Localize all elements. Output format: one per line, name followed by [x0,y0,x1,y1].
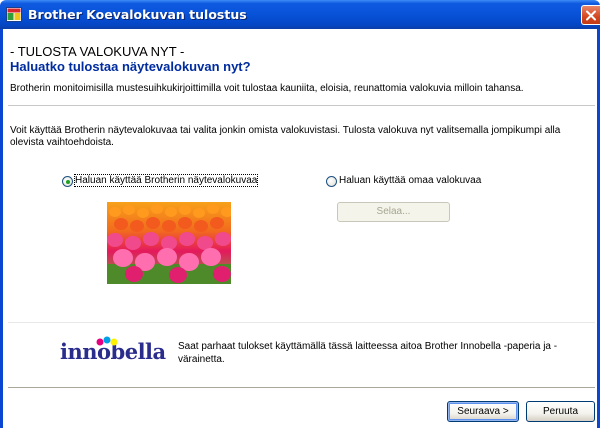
page-description: Brotherin monitoimisilla mustesuihkukirj… [10,83,524,94]
button-area-divider [8,387,595,389]
close-button[interactable] [581,5,600,25]
tulip-field-photo [107,202,231,284]
ink-drops-icon [96,336,118,346]
instruction-text: Voit käyttää Brotherin näytevalokuvaa ta… [10,125,561,148]
window-title: Brother Koevalokuvan tulostus [28,7,247,22]
cancel-button[interactable]: Peruuta [526,401,595,422]
dialog-window: Brother Koevalokuvan tulostus - TULOSTA … [0,0,600,428]
close-icon [586,10,596,21]
radio-sample-photo[interactable] [62,176,73,187]
footer-divider [8,322,595,323]
next-button[interactable]: Seuraava > [447,401,519,422]
radio-own-photo-label[interactable]: Haluan käyttää omaa valokuvaa [339,175,481,186]
page-question: Haluatko tulostaa näytevalokuvan nyt? [10,59,251,74]
brother-app-icon [6,7,22,22]
page-heading: - TULOSTA VALOKUVA NYT - [10,44,185,59]
innobella-logo: innobella [60,335,166,370]
window-border-left [0,29,3,428]
innobella-note: Saat parhaat tulokset käyttämällä tässä … [178,341,558,365]
title-bar[interactable]: Brother Koevalokuvan tulostus [0,0,600,29]
radio-sample-photo-label[interactable]: Haluan käyttää Brotherin näytevalokuvaa [73,174,259,187]
radio-own-photo[interactable] [326,176,337,187]
header-divider [8,105,595,107]
browse-button[interactable]: Selaa... [337,202,450,222]
